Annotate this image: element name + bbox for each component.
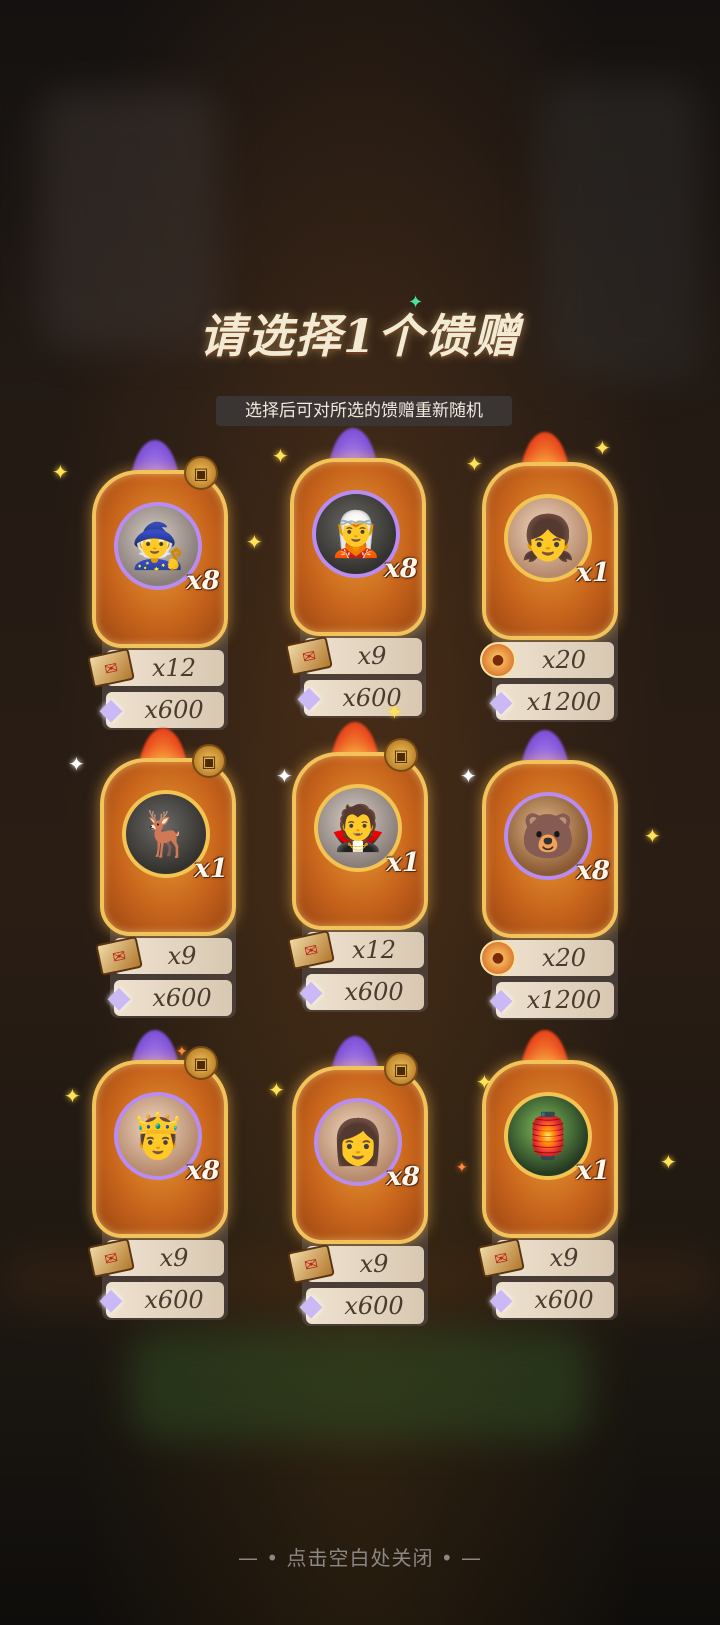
sparkle-icon: ✦ bbox=[276, 764, 293, 788]
reward-value: x9 bbox=[357, 642, 387, 670]
reward-value: x9 bbox=[167, 942, 197, 970]
reward-row: ◆ x600 bbox=[299, 1288, 424, 1324]
sparkle-icon: ✦ bbox=[660, 1150, 677, 1174]
reward-value: x12 bbox=[151, 654, 197, 682]
reward-row: ✉ x12 bbox=[287, 929, 424, 971]
reward-row: ● x20 bbox=[480, 642, 614, 678]
card-count: x1 bbox=[576, 1156, 610, 1186]
card-count: x1 bbox=[386, 848, 420, 878]
card-badge-icon: ▣ bbox=[384, 738, 418, 772]
reward-value: x600 bbox=[344, 978, 404, 1006]
card-count: x8 bbox=[186, 566, 220, 596]
reward-row: ◆ x600 bbox=[107, 980, 232, 1016]
card-badge-icon: ▣ bbox=[184, 456, 218, 490]
reward-value: x600 bbox=[144, 696, 204, 724]
reward-value: x20 bbox=[541, 646, 587, 674]
sparkle-icon: ✦ bbox=[466, 452, 483, 476]
reward-row: ✉ x12 bbox=[87, 647, 224, 689]
reward-value: x9 bbox=[159, 1244, 189, 1272]
card-badge-icon: ▣ bbox=[384, 1052, 418, 1086]
sparkle-icon: ✦ bbox=[408, 292, 424, 313]
reward-value: x600 bbox=[152, 984, 212, 1012]
reward-row: ◆ x1200 bbox=[489, 684, 614, 720]
reward-value: x9 bbox=[359, 1250, 389, 1278]
reward-value: x1200 bbox=[526, 986, 602, 1014]
sparkle-icon: ✦ bbox=[64, 1084, 81, 1108]
close-hint[interactable]: — • 点击空白处关闭 • — bbox=[0, 1542, 720, 1571]
reward-row: ◆ x600 bbox=[299, 974, 424, 1010]
gift-card[interactable]: 🧛 ▣ x1 ✉ x12 ◆ x600 bbox=[287, 722, 428, 1022]
gift-card[interactable]: 🤴 ▣ x8 ✉ x9 ◆ x600 bbox=[87, 1030, 228, 1330]
reward-value: x600 bbox=[534, 1286, 594, 1314]
reward-value: x1200 bbox=[526, 688, 602, 716]
reward-value: x12 bbox=[351, 936, 397, 964]
reward-row: ◆ x600 bbox=[99, 1282, 224, 1318]
sparkle-icon: ✦ bbox=[476, 1070, 493, 1094]
reward-row: ◆ x600 bbox=[297, 680, 422, 716]
background-blur bbox=[130, 1330, 590, 1440]
page-title: 请选择1个馈赠 bbox=[198, 309, 521, 363]
reward-row: ◆ x600 bbox=[489, 1282, 614, 1318]
reward-row: ◆ x1200 bbox=[489, 982, 614, 1018]
reward-value: x600 bbox=[144, 1286, 204, 1314]
subtitle: 选择后可对所选的馈赠重新随机 bbox=[216, 396, 512, 426]
gift-card[interactable]: 🧙 ▣ x8 ✉ x12 ◆ x600 bbox=[87, 440, 228, 740]
gift-card[interactable]: 👩 ▣ x8 ✉ x9 ◆ x600 bbox=[287, 1036, 428, 1336]
card-count: x8 bbox=[386, 1162, 420, 1192]
card-badge-icon: ▣ bbox=[192, 744, 226, 778]
reward-row: ✉ x9 bbox=[287, 1243, 424, 1285]
sparkle-icon: ✦ bbox=[644, 824, 661, 848]
sparkle-icon: ✦ bbox=[594, 436, 611, 460]
reward-row: ◆ x600 bbox=[99, 692, 224, 728]
sparkle-icon: ✦ bbox=[268, 1078, 285, 1102]
reward-value: x600 bbox=[342, 684, 402, 712]
reward-row: ● x20 bbox=[480, 940, 614, 976]
reward-row: ✉ x9 bbox=[95, 935, 232, 977]
sparkle-icon: ✦ bbox=[52, 460, 69, 484]
sparkle-icon: ✦ bbox=[68, 752, 85, 776]
gift-card[interactable]: 🦌 ▣ x1 ✉ x9 ◆ x600 bbox=[95, 728, 236, 1028]
sparkle-icon: ✦ bbox=[246, 530, 263, 554]
sparkle-icon: ✦ bbox=[176, 1044, 188, 1060]
gift-card[interactable]: 🏮 x1 ✉ x9 ◆ x600 bbox=[477, 1030, 618, 1330]
reward-row: ✉ x9 bbox=[477, 1237, 614, 1279]
gift-card[interactable]: 🐻 x8 ● x20 ◆ x1200 bbox=[480, 730, 618, 1030]
sparkle-icon: ✦ bbox=[386, 700, 403, 724]
card-count: x1 bbox=[194, 854, 228, 884]
reward-value: x20 bbox=[541, 944, 587, 972]
reward-value: x9 bbox=[549, 1244, 579, 1272]
sparkle-icon: ✦ bbox=[456, 1160, 468, 1176]
gift-card[interactable]: 👧 x1 ● x20 ◆ x1200 bbox=[480, 432, 618, 732]
reward-row: ✉ x9 bbox=[87, 1237, 224, 1279]
sparkle-icon: ✦ bbox=[272, 444, 289, 468]
card-count: x8 bbox=[384, 554, 418, 584]
gift-card[interactable]: 🧝 x8 ✉ x9 ◆ x600 bbox=[285, 428, 426, 728]
sparkle-icon: ✦ bbox=[460, 764, 477, 788]
card-count: x1 bbox=[576, 558, 610, 588]
reward-value: x600 bbox=[344, 1292, 404, 1320]
reward-row: ✉ x9 bbox=[285, 635, 422, 677]
card-count: x8 bbox=[186, 1156, 220, 1186]
card-count: x8 bbox=[576, 856, 610, 886]
card-badge-icon: ▣ bbox=[184, 1046, 218, 1080]
